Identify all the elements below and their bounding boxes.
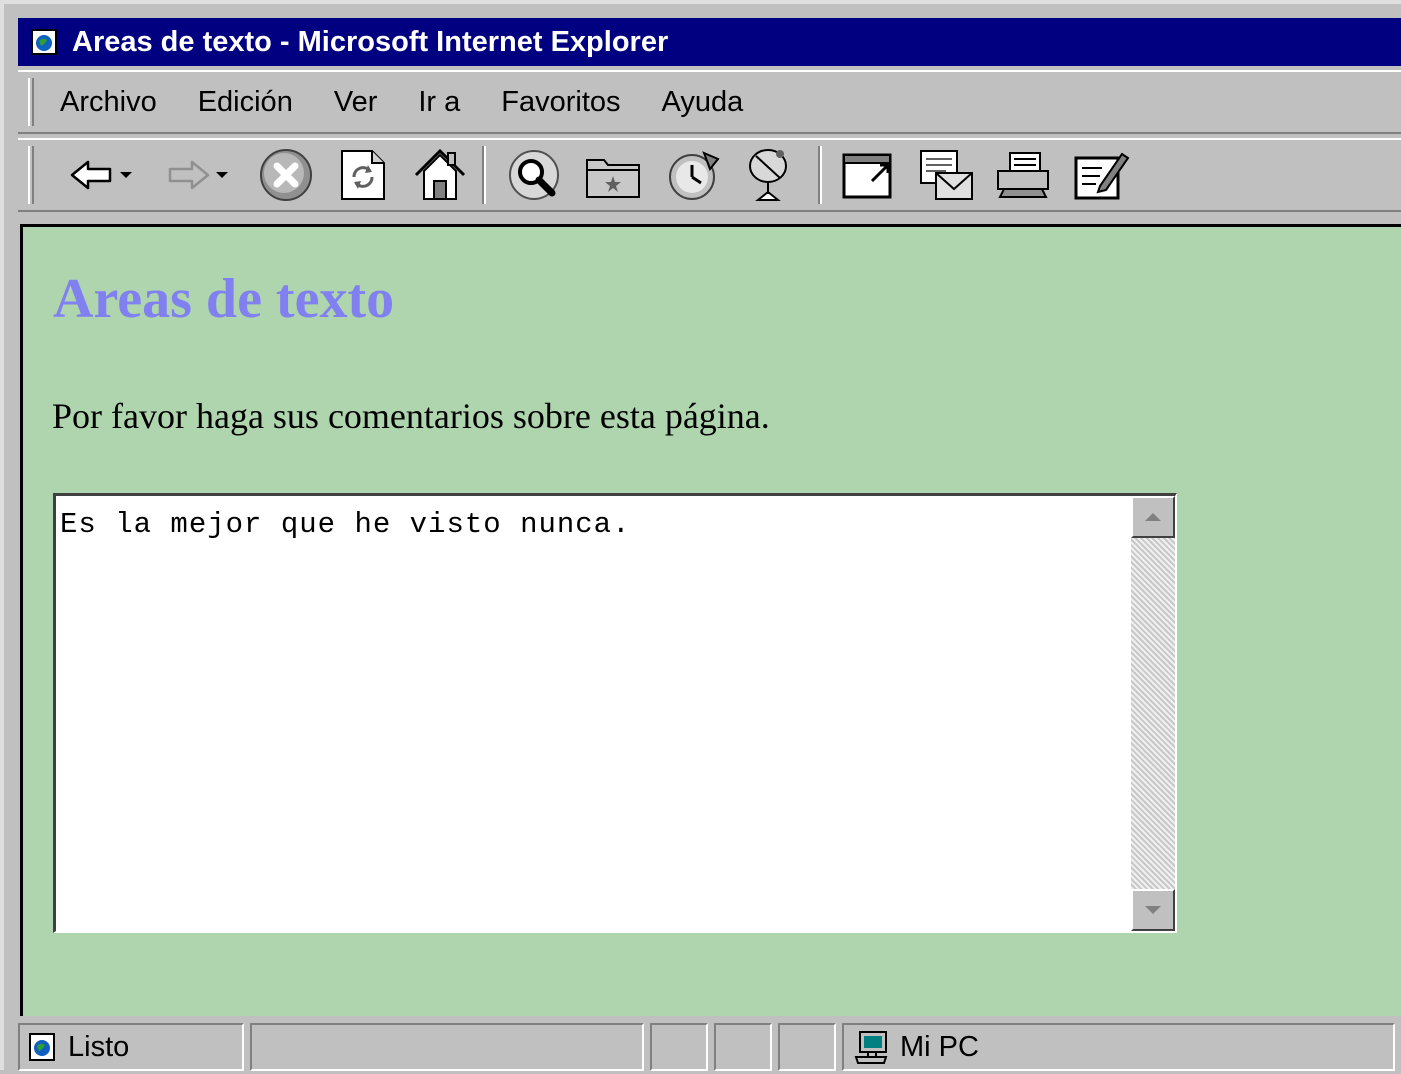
menu-bar: Archivo Edición Ver Ir a Favoritos Ayuda — [18, 70, 1401, 134]
stop-button[interactable] — [258, 145, 314, 205]
printer-icon — [997, 152, 1049, 198]
fullscreen-button[interactable] — [840, 145, 896, 205]
back-dropdown-icon[interactable] — [120, 172, 132, 178]
page-viewport[interactable]: Areas de texto Por favor haga sus coment… — [20, 224, 1401, 1016]
menu-archivo[interactable]: Archivo — [60, 86, 157, 119]
scroll-down-button[interactable] — [1131, 889, 1175, 931]
back-button[interactable] — [70, 145, 132, 205]
print-button[interactable] — [994, 145, 1052, 205]
edit-icon — [1074, 152, 1130, 200]
browser-window: Areas de texto - Microsoft Internet Expl… — [0, 0, 1401, 1071]
computer-icon — [854, 1029, 890, 1065]
menubar-grip[interactable] — [28, 78, 34, 126]
stop-icon — [260, 149, 312, 201]
page-heading: Areas de texto — [53, 268, 395, 330]
scroll-up-button[interactable] — [1131, 496, 1175, 538]
menu-ayuda[interactable]: Ayuda — [662, 86, 744, 119]
favorites-folder-icon — [586, 159, 640, 198]
menu-edicion[interactable]: Edición — [198, 86, 293, 119]
forward-arrow-icon — [168, 160, 210, 190]
channels-button[interactable] — [742, 145, 796, 205]
textarea-content[interactable]: Es la mejor que he visto nunca. — [60, 508, 631, 541]
menu-favoritos[interactable]: Favoritos — [501, 86, 620, 119]
favorites-button[interactable] — [584, 145, 642, 205]
forward-button[interactable] — [166, 145, 228, 205]
status-panel-small-3 — [778, 1023, 836, 1071]
comments-textarea[interactable]: Es la mejor que he visto nunca. — [53, 493, 1177, 933]
fullscreen-icon — [842, 153, 892, 199]
progress-panel — [250, 1023, 644, 1071]
status-panel-small-1 — [650, 1023, 708, 1071]
mail-button[interactable] — [918, 145, 976, 205]
mail-icon — [920, 150, 973, 200]
zone-panel: Mi PC — [842, 1023, 1395, 1071]
standard-toolbar — [18, 138, 1401, 212]
edit-button[interactable] — [1072, 145, 1130, 205]
menu-ir-a[interactable]: Ir a — [418, 86, 460, 119]
status-bar: Listo Mi PC — [18, 1020, 1401, 1074]
window-title: Areas de texto - Microsoft Internet Expl… — [72, 25, 669, 58]
toolbar-grip[interactable] — [28, 146, 34, 204]
scroll-up-arrow-icon — [1145, 513, 1161, 521]
status-panel-small-2 — [714, 1023, 772, 1071]
refresh-icon — [341, 150, 385, 200]
zone-text: Mi PC — [900, 1030, 979, 1063]
home-icon — [414, 148, 466, 200]
history-button[interactable] — [664, 145, 722, 205]
toolbar-separator-2 — [818, 146, 822, 204]
home-button[interactable] — [412, 145, 468, 205]
back-arrow-icon — [70, 160, 112, 190]
forward-dropdown-icon[interactable] — [216, 172, 228, 178]
title-bar[interactable]: Areas de texto - Microsoft Internet Expl… — [18, 18, 1401, 66]
toolbar-separator — [482, 146, 486, 204]
search-button[interactable] — [506, 145, 562, 205]
status-panel: Listo — [18, 1023, 244, 1071]
textarea-scrollbar[interactable] — [1131, 496, 1175, 931]
history-icon — [669, 151, 720, 200]
menu-ver[interactable]: Ver — [334, 86, 378, 119]
refresh-button[interactable] — [338, 145, 388, 205]
status-page-icon — [28, 1032, 56, 1062]
intro-text: Por favor haga sus comentarios sobre est… — [52, 396, 770, 436]
status-text: Listo — [68, 1030, 130, 1063]
ie-page-icon — [30, 28, 58, 56]
satellite-dish-icon — [749, 149, 787, 201]
search-icon — [509, 150, 559, 200]
scroll-down-arrow-icon — [1145, 906, 1161, 914]
